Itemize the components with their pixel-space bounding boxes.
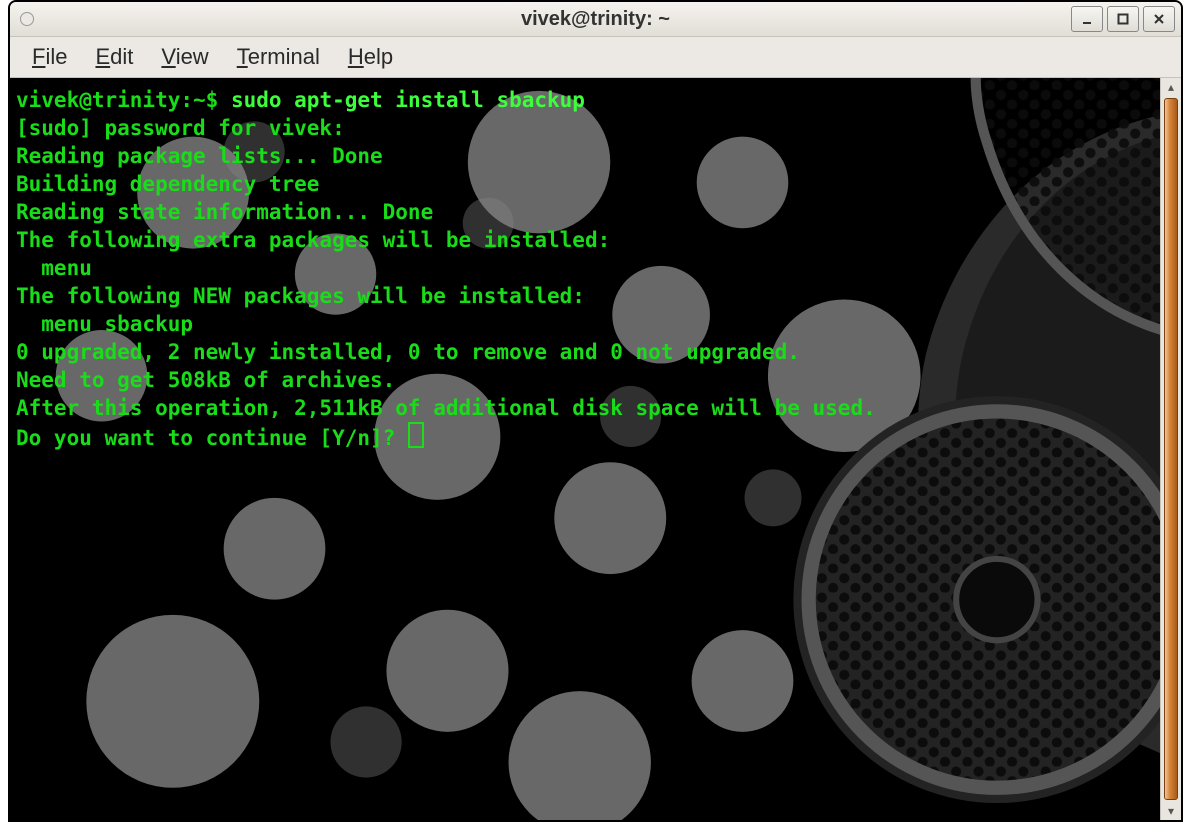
terminal-output[interactable]: vivek@trinity:~$ sudo apt-get install sb… [10, 78, 1160, 820]
output-line-3: Reading state information... Done [16, 200, 433, 224]
scrollbar-thumb[interactable] [1164, 98, 1178, 800]
terminal-window: vivek@trinity: ~ File Edit View Terminal… [8, 0, 1183, 822]
terminal-cursor [408, 422, 424, 448]
window-title: vivek@trinity: ~ [10, 8, 1181, 31]
output-line-0: [sudo] password for vivek: [16, 116, 345, 140]
scroll-up-arrow-icon[interactable]: ▴ [1162, 78, 1180, 96]
menu-view-rest: iew [176, 44, 209, 69]
output-line-2: Building dependency tree [16, 172, 319, 196]
maximize-button[interactable] [1107, 6, 1139, 32]
menu-edit[interactable]: Edit [95, 44, 133, 70]
menu-edit-rest: dit [110, 44, 133, 69]
menu-terminal[interactable]: Terminal [237, 44, 320, 70]
maximize-icon [1116, 12, 1130, 26]
close-button[interactable] [1143, 6, 1175, 32]
minimize-button[interactable] [1071, 6, 1103, 32]
menu-help-rest: elp [364, 44, 393, 69]
menubar: File Edit View Terminal Help [10, 37, 1181, 78]
output-line-9: Need to get 508kB of archives. [16, 368, 395, 392]
menu-help[interactable]: Help [348, 44, 393, 70]
minimize-icon [1080, 12, 1094, 26]
menu-file-rest: ile [45, 44, 67, 69]
window-menu-icon[interactable] [20, 12, 34, 26]
output-line-10: After this operation, 2,511kB of additio… [16, 396, 876, 420]
output-line-11: Do you want to continue [Y/n]? [16, 426, 408, 450]
output-line-4: The following extra packages will be ins… [16, 228, 610, 252]
titlebar-right-controls [1071, 6, 1175, 32]
output-line-8: 0 upgraded, 2 newly installed, 0 to remo… [16, 340, 800, 364]
output-line-5: menu [16, 256, 92, 280]
scroll-down-arrow-icon[interactable]: ▾ [1162, 802, 1180, 820]
close-icon [1152, 12, 1166, 26]
prompt-user-host-path: vivek@trinity:~$ [16, 88, 231, 112]
menu-file[interactable]: File [32, 44, 67, 70]
menu-terminal-rest: erminal [248, 44, 320, 69]
titlebar-left-controls [20, 12, 34, 26]
titlebar: vivek@trinity: ~ [10, 2, 1181, 37]
vertical-scrollbar[interactable]: ▴ ▾ [1160, 78, 1181, 820]
output-line-6: The following NEW packages will be insta… [16, 284, 585, 308]
prompt-command: sudo apt-get install sbackup [231, 88, 585, 112]
menu-view[interactable]: View [161, 44, 208, 70]
output-line-1: Reading package lists... Done [16, 144, 383, 168]
output-line-7: menu sbackup [16, 312, 193, 336]
scrollbar-track[interactable] [1164, 98, 1178, 800]
terminal-area: vivek@trinity:~$ sudo apt-get install sb… [10, 78, 1181, 820]
